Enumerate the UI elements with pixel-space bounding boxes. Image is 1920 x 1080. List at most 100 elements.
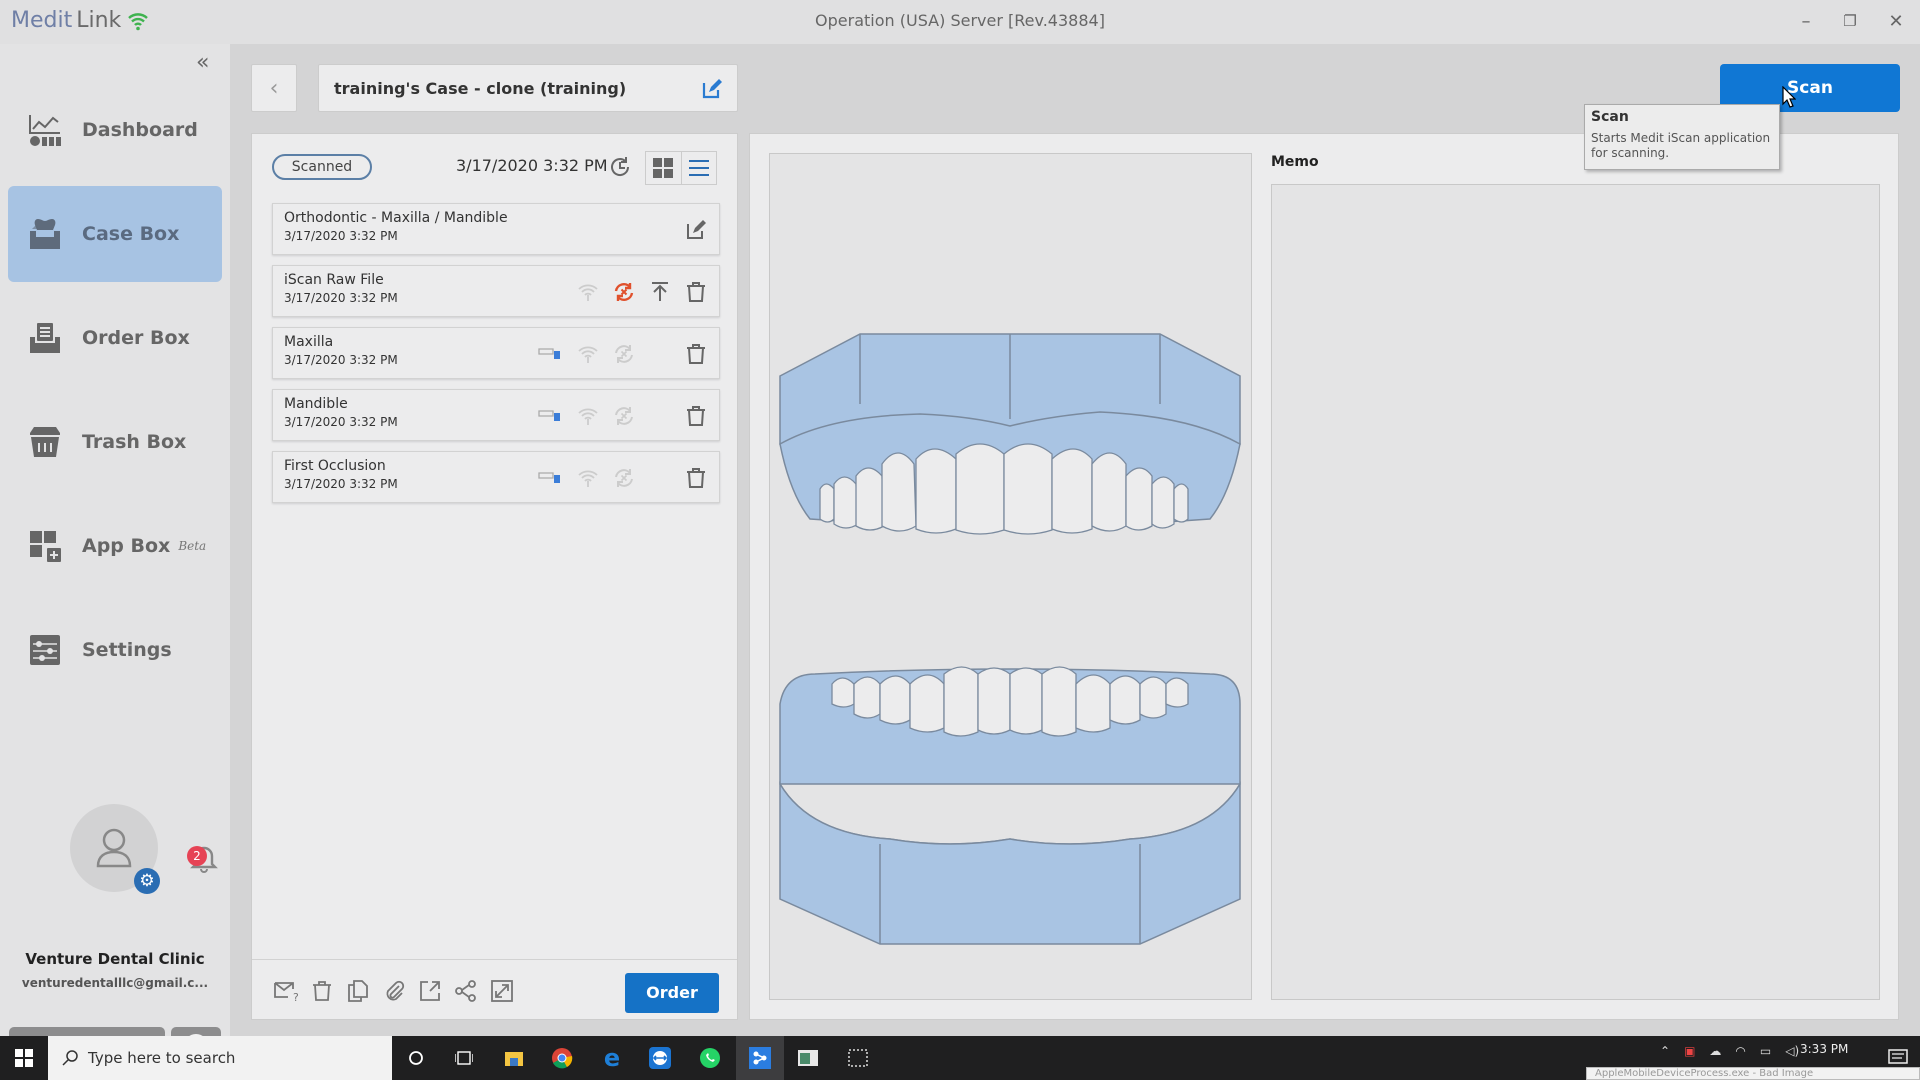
minimize-button[interactable]: – [1784,6,1828,36]
delete-file-button[interactable] [683,403,709,429]
attach-file-button[interactable] [382,979,406,1003]
order-button[interactable]: Order [625,973,719,1013]
sync-disabled-icon [615,469,633,487]
teamviewer-button[interactable] [636,1036,684,1080]
tray-app-icon[interactable]: ▣ [1684,1044,1695,1058]
expand-button[interactable] [490,979,514,1003]
history-icon[interactable] [608,155,632,179]
medit-link-icon [749,1047,771,1069]
file-date: 3/17/2020 3:32 PM [284,415,398,429]
system-tray[interactable]: ⌃ ▣ ☁ ◠ ▭ ◁) [1660,1044,1799,1058]
sidebar-item-trash-box[interactable]: Trash Box [8,394,222,490]
tray-network-icon[interactable]: ◠ [1735,1044,1745,1058]
whatsapp-icon [700,1048,720,1068]
sync-status-button[interactable] [611,341,637,367]
snipping-tool-button[interactable] [834,1036,882,1080]
sidebar-item-settings[interactable]: Settings [8,602,222,698]
share-button[interactable] [454,979,478,1003]
file-explorer-button[interactable] [490,1036,538,1080]
delete-file-button[interactable] [683,465,709,491]
duplicate-case-button[interactable] [346,979,370,1003]
edit-title-icon[interactable] [701,78,723,100]
file-item[interactable]: Maxilla 3/17/2020 3:32 PM [272,327,720,379]
file-name: Maxilla [284,334,334,350]
taskbar-clock[interactable]: 3:33 PM [1800,1042,1848,1056]
dental-arch-illustration [779,333,1241,945]
restore-button[interactable]: ❐ [1828,6,1872,36]
cloud-status-button[interactable] [575,279,601,305]
cortana-icon [409,1051,423,1065]
scanner-icon-button[interactable] [537,341,563,367]
case-title-box: training's Case - clone (training) [318,64,738,112]
sidebar-item-app-box[interactable]: App Box Beta [8,498,222,594]
cloud-status-button[interactable] [575,465,601,491]
start-button[interactable] [0,1036,48,1080]
memo-textarea[interactable] [1271,184,1880,1000]
cloud-status-button[interactable] [575,341,601,367]
email-inquiry-button[interactable]: ? [274,979,298,1003]
sidebar-item-dashboard[interactable]: Dashboard [8,82,222,178]
collapse-sidebar-button[interactable]: « [196,50,209,75]
file-name: First Occlusion [284,458,386,474]
list-view-button[interactable] [682,152,717,184]
tray-cloud-icon[interactable]: ☁ [1709,1044,1721,1058]
file-item[interactable]: Orthodontic - Maxilla / Mandible 3/17/20… [272,203,720,255]
status-badge: Scanned [272,154,372,180]
trash-icon [687,468,705,488]
sync-status-button[interactable] [611,403,637,429]
sync-disabled-icon [615,407,633,425]
view-toggle [645,151,717,185]
snipping-icon [848,1049,868,1067]
medit-link-taskbar-button[interactable] [736,1036,784,1080]
tooltip-description: Starts Medit iScan application for scann… [1591,131,1771,160]
edit-icon [687,220,706,239]
scanner-icon [538,410,560,421]
sidebar-item-order-box[interactable]: Order Box [8,290,222,386]
edge-button[interactable]: e [588,1036,636,1080]
account-settings-icon[interactable]: ⚙ [134,868,160,894]
sync-disabled-icon [615,345,633,363]
sidebar-item-label: Dashboard [82,119,198,141]
sync-error-button[interactable] [611,279,637,305]
dental-preview[interactable] [769,153,1252,1000]
tray-chevron-icon[interactable]: ⌃ [1660,1044,1670,1058]
cortana-button[interactable] [392,1036,440,1080]
chrome-button[interactable] [538,1036,586,1080]
cloud-status-button[interactable] [575,403,601,429]
scanner-icon-button[interactable] [537,403,563,429]
delete-file-button[interactable] [683,341,709,367]
sidebar-item-label: Trash Box [82,431,187,453]
file-item[interactable]: First Occlusion 3/17/2020 3:32 PM [272,451,720,503]
file-name: iScan Raw File [284,272,384,288]
chrome-icon [552,1048,573,1069]
trash-icon [687,282,705,302]
beta-tag: Beta [178,539,207,553]
back-button[interactable]: ‹ [251,64,297,112]
whatsapp-button[interactable] [686,1036,734,1080]
file-item[interactable]: iScan Raw File 3/17/2020 3:32 PM [272,265,720,317]
scanner-icon-button[interactable] [537,465,563,491]
folder-icon [505,1052,523,1066]
sidebar-item-label: App Box [82,535,171,557]
edit-form-button[interactable] [683,217,709,243]
windows-logo-icon [15,1049,33,1067]
mouse-cursor-icon [1782,86,1796,108]
delete-file-button[interactable] [683,279,709,305]
task-view-button[interactable] [440,1036,488,1080]
sidebar-item-label: Case Box [82,223,180,245]
taskbar-search[interactable]: Type here to search [48,1036,392,1080]
file-name: Orthodontic - Maxilla / Mandible [284,210,508,226]
delete-case-button[interactable] [310,979,334,1003]
tray-volume-icon[interactable]: ◁) [1785,1044,1799,1058]
upload-button[interactable] [647,279,673,305]
sidebar-item-case-box[interactable]: Case Box [8,186,222,282]
export-button[interactable] [418,979,442,1003]
grid-view-button[interactable] [646,152,682,184]
sync-status-button[interactable] [611,465,637,491]
file-item[interactable]: Mandible 3/17/2020 3:32 PM [272,389,720,441]
tray-battery-icon[interactable]: ▭ [1760,1044,1771,1058]
trash-box-icon [30,427,60,457]
close-button[interactable]: ✕ [1874,6,1918,36]
app-window-button[interactable] [784,1036,832,1080]
error-popup-preview[interactable]: AppleMobileDeviceProcess.exe - Bad Image [1586,1067,1920,1080]
